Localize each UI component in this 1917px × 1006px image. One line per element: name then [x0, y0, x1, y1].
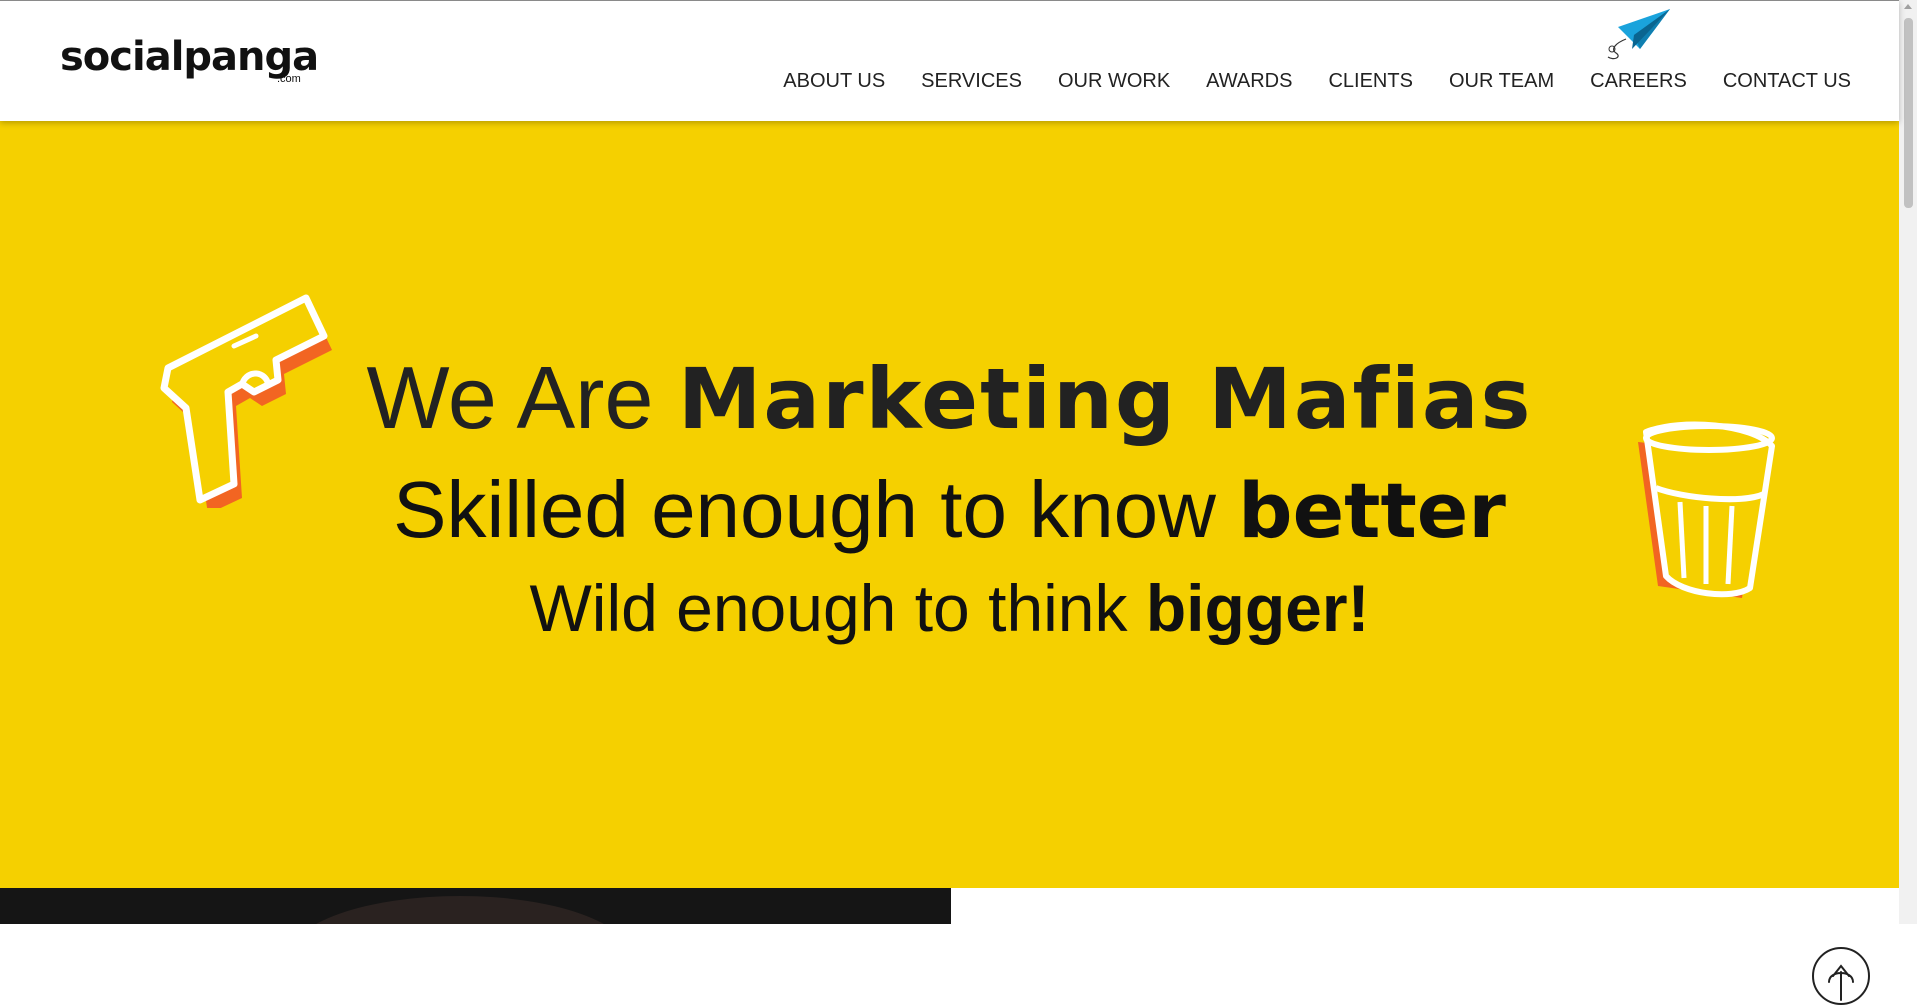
- nav-about-us[interactable]: ABOUT US: [783, 70, 885, 93]
- nav-clients[interactable]: CLIENTS: [1328, 70, 1412, 93]
- team-photo: [0, 888, 951, 924]
- page-scrollbar[interactable]: [1899, 0, 1917, 924]
- nav-services[interactable]: SERVICES: [921, 70, 1022, 93]
- paper-plane-icon: [1607, 9, 1670, 60]
- site-header: socialpanga .com ABOUT US SERVICES OUR W…: [0, 0, 1899, 121]
- nav-our-work[interactable]: OUR WORK: [1058, 70, 1170, 93]
- logo[interactable]: socialpanga: [60, 37, 319, 77]
- scrollbar-thumb[interactable]: [1904, 18, 1913, 208]
- logo-suffix: .com: [277, 73, 301, 85]
- hero-subline-1-regular: Skilled enough to know: [393, 465, 1239, 554]
- hero-headline-regular: We Are: [366, 348, 678, 447]
- nav-our-team[interactable]: OUR TEAM: [1449, 70, 1554, 93]
- nav-awards[interactable]: AWARDS: [1206, 70, 1292, 93]
- hero-subline-1-bold: better: [1238, 466, 1506, 555]
- hero-subline-2-regular: Wild enough to think: [529, 571, 1146, 645]
- glass-icon: [1638, 421, 1775, 598]
- hero-subline-2: Wild enough to think bigger!: [0, 575, 1899, 641]
- scroll-arrow-up-icon[interactable]: [1904, 4, 1912, 9]
- hero-subline-2-bold: bigger!: [1145, 571, 1370, 645]
- hero-headline-bold: Marketing Mafias: [677, 350, 1533, 448]
- nav-careers[interactable]: CAREERS: [1590, 70, 1687, 93]
- main-nav: ABOUT US SERVICES OUR WORK AWARDS CLIENT…: [783, 70, 1851, 93]
- scroll-up-icon[interactable]: [1811, 946, 1871, 1006]
- hero-subline-1: Skilled enough to know better: [0, 470, 1899, 550]
- photo-subject: [290, 896, 630, 924]
- nav-contact-us[interactable]: CONTACT US: [1723, 70, 1851, 93]
- hero-headline: We Are Marketing Mafias: [0, 354, 1899, 442]
- hero-banner: We Are Marketing Mafias Skilled enough t…: [0, 120, 1899, 1005]
